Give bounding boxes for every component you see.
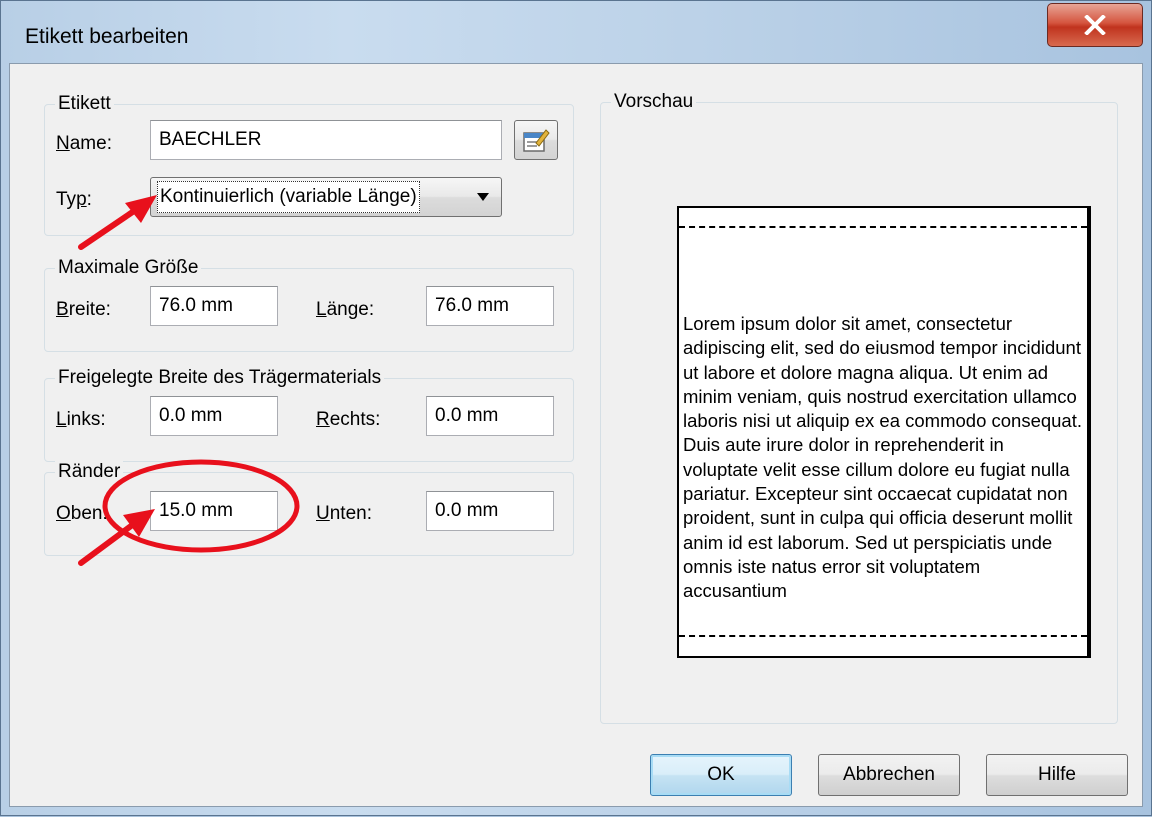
ok-button[interactable]: OK <box>650 754 792 796</box>
breite-input[interactable]: 76.0 mm <box>150 286 278 326</box>
breite-value: 76.0 mm <box>159 295 233 316</box>
window-title: Etikett bearbeiten <box>25 25 189 48</box>
typ-select[interactable]: Kontinuierlich (variable Länge) <box>150 177 502 217</box>
rechts-value: 0.0 mm <box>435 405 499 426</box>
bottom-margin-line <box>679 635 1087 637</box>
name-label: Name: <box>56 133 112 154</box>
etikett-legend: Etikett <box>55 93 114 115</box>
top-margin-line <box>679 226 1087 228</box>
typ-label: Typ: <box>56 189 92 210</box>
backing-legend: Freigelegte Breite des Trägermaterials <box>55 367 385 389</box>
preview-legend: Vorschau <box>611 91 697 113</box>
oben-value: 15.0 mm <box>159 500 233 521</box>
links-label: Links: <box>56 409 106 430</box>
laenge-label: Länge: <box>316 299 375 320</box>
name-input[interactable]: BAECHLER <box>150 120 502 160</box>
preview-text: Lorem ipsum dolor sit amet, consectetur … <box>683 313 1083 602</box>
links-input[interactable]: 0.0 mm <box>150 396 278 436</box>
oben-label: Oben: <box>56 503 108 524</box>
chevron-down-icon <box>477 193 489 201</box>
properties-icon <box>523 129 550 152</box>
unten-input[interactable]: 0.0 mm <box>426 491 554 531</box>
unten-label: Unten: <box>316 503 372 524</box>
close-icon <box>1084 15 1106 35</box>
laenge-input[interactable]: 76.0 mm <box>426 286 554 326</box>
oben-input[interactable]: 15.0 mm <box>150 491 278 531</box>
label-properties-button[interactable] <box>514 120 558 160</box>
label-preview: Lorem ipsum dolor sit amet, consectetur … <box>677 206 1091 658</box>
close-button[interactable] <box>1047 3 1143 47</box>
links-value: 0.0 mm <box>159 405 223 426</box>
rechts-input[interactable]: 0.0 mm <box>426 396 554 436</box>
title-bar[interactable]: Etikett bearbeiten <box>1 1 1151 63</box>
unten-value: 0.0 mm <box>435 500 499 521</box>
max-size-legend: Maximale Größe <box>55 257 202 279</box>
laenge-value: 76.0 mm <box>435 295 509 316</box>
rechts-label: Rechts: <box>316 409 381 430</box>
dialog-window: Etikett bearbeiten Etikett Name: BAECHLE… <box>0 0 1152 816</box>
dialog-client-area: Etikett Name: BAECHLER Typ: Kontinuierli… <box>9 63 1143 807</box>
breite-label: Breite: <box>56 299 111 320</box>
help-button[interactable]: Hilfe <box>986 754 1128 796</box>
typ-selected-value: Kontinuierlich (variable Länge) <box>160 186 417 207</box>
name-value: BAECHLER <box>159 129 262 150</box>
margins-legend: Ränder <box>55 461 124 483</box>
cancel-button[interactable]: Abbrechen <box>818 754 960 796</box>
